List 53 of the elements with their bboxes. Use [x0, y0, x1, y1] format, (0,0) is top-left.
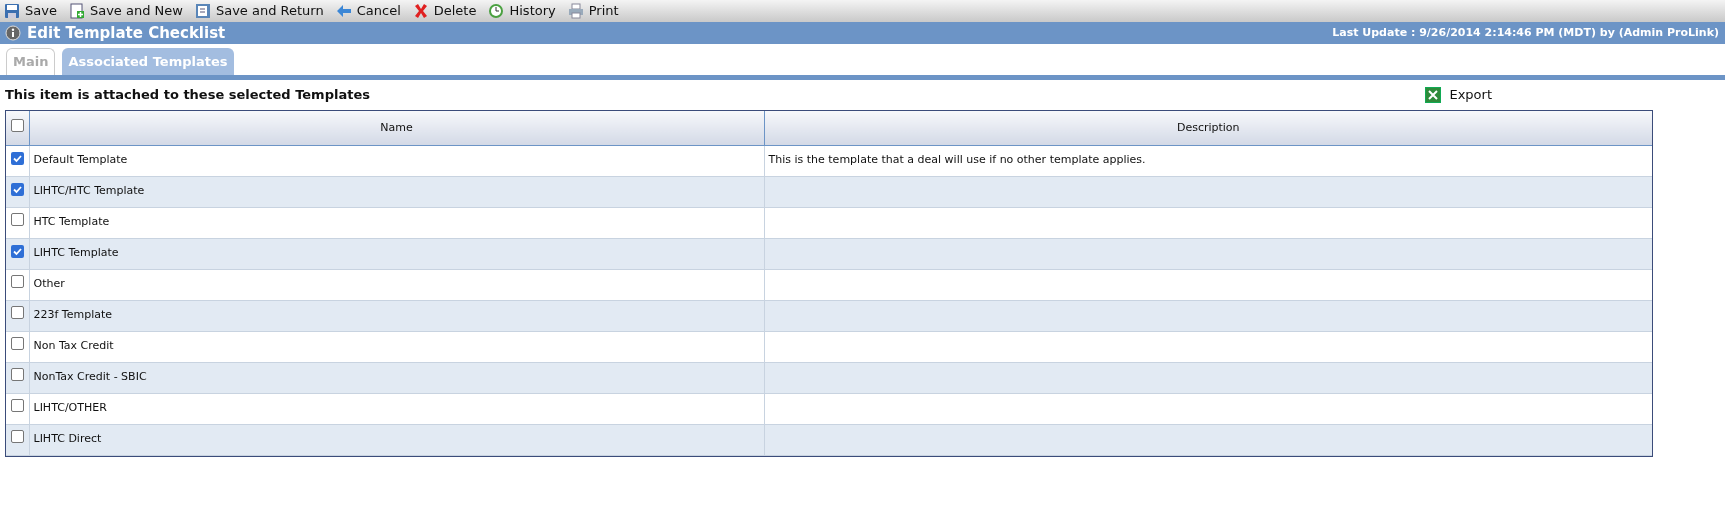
checkbox[interactable] — [10, 244, 24, 258]
checkbox[interactable] — [10, 275, 24, 289]
table-cell: HTC Template — [33, 215, 110, 229]
table-cell: LIHTC/OTHER — [33, 401, 107, 415]
table-row[interactable]: LIHTC/HTC Template — [6, 176, 1652, 207]
checkbox[interactable] — [10, 306, 24, 320]
printer-icon — [567, 3, 584, 19]
table-row[interactable]: NonTax Credit - SBIC — [6, 362, 1652, 393]
toolbar-button[interactable]: Save and Return — [194, 1, 324, 21]
table-row[interactable]: Other — [6, 269, 1652, 300]
table-row[interactable]: Default Template This is the template that a deal will use if no other template applies. — [6, 145, 1652, 176]
table-cell: LIHTC Template — [33, 246, 119, 260]
checkbox[interactable] — [10, 430, 24, 444]
table-cell: Default Template — [33, 153, 128, 167]
table-row[interactable]: Non Tax Credit — [6, 331, 1652, 362]
checkbox[interactable] — [10, 213, 24, 227]
clock-icon — [488, 3, 505, 19]
document-plus-icon — [68, 3, 85, 19]
table-row[interactable]: LIHTC/OTHER — [6, 393, 1652, 424]
last-update-text: Last Update : 9/26/2014 2:14:46 PM (MDT) by (Admin ProLink) — [1332, 24, 1719, 41]
table-row[interactable]: LIHTC Template — [6, 238, 1652, 269]
table-row[interactable]: 223f Template — [6, 300, 1652, 331]
table-row[interactable]: HTC Template — [6, 207, 1652, 238]
toolbar-button[interactable]: Print — [567, 1, 619, 21]
checkbox[interactable] — [10, 399, 24, 413]
table-cell: Non Tax Credit — [33, 339, 114, 353]
page-title: Edit Template Checklist — [27, 22, 226, 44]
export-button[interactable]: Export — [1425, 85, 1492, 105]
x-icon — [412, 3, 429, 19]
checkbox[interactable] — [10, 118, 24, 132]
table-row[interactable]: LIHTC Direct — [6, 424, 1652, 455]
info-icon — [5, 25, 21, 41]
document-icon — [194, 3, 211, 19]
table-cell: LIHTC Direct — [33, 432, 102, 446]
toolbar-button[interactable]: Delete — [412, 1, 477, 21]
checkbox[interactable] — [10, 368, 24, 382]
section-title: This item is attached to these selected Templates — [5, 86, 370, 105]
toolbar-button[interactable]: Save — [4, 1, 57, 21]
table-cell: 223f Template — [33, 308, 113, 322]
checkbox[interactable] — [10, 182, 24, 196]
checkbox[interactable] — [10, 337, 24, 351]
toolbar-button[interactable]: Save and New — [68, 1, 183, 21]
table-cell: LIHTC/HTC Template — [33, 184, 145, 198]
table-cell: NonTax Credit - SBIC — [33, 370, 147, 384]
spreadsheet-icon — [1425, 87, 1442, 103]
table-cell: This is the template that a deal will use if no other template applies. — [768, 153, 1146, 167]
checkbox[interactable] — [10, 151, 24, 165]
column-header: Name — [29, 111, 764, 145]
column-header: Description — [764, 111, 1652, 145]
table-cell: Other — [33, 277, 65, 291]
toolbar-button[interactable]: History — [488, 1, 556, 21]
left-arrow-icon — [335, 3, 352, 19]
toolbar-button[interactable]: Cancel — [335, 1, 401, 21]
